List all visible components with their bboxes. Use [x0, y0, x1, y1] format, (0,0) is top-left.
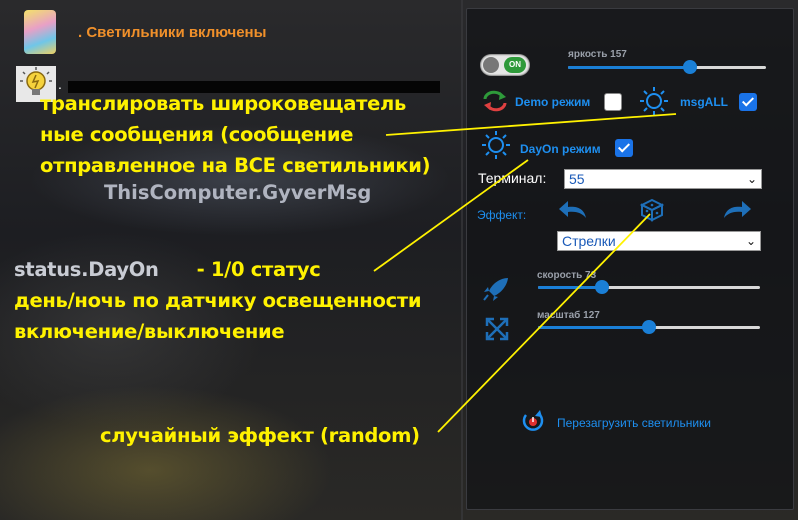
- annotation-broadcast: транслировать широковещатель ные сообщен…: [40, 88, 431, 181]
- scale-fill: [538, 326, 649, 329]
- annotation-broadcast-line: отправленное на ВСЕ светильники): [40, 154, 431, 177]
- dayon-mode-checkbox[interactable]: [615, 139, 633, 157]
- demo-mode-label: Demo режим: [515, 95, 591, 109]
- rocket-icon: [483, 278, 508, 301]
- terminal-select[interactable]: 55 ⌄: [564, 169, 762, 189]
- speed-slider[interactable]: [538, 280, 760, 294]
- toggle-knob: [483, 57, 499, 73]
- sun-icon: [482, 131, 510, 159]
- annotation-gyver-msg: ThisComputer.GyverMsg: [104, 181, 372, 204]
- terminal-select-value: 55: [569, 171, 585, 187]
- reload-button[interactable]: Перезагрузить светильники: [557, 416, 711, 430]
- brightness-label: яркость 157: [568, 49, 627, 60]
- demo-mode-checkbox[interactable]: [604, 93, 622, 111]
- speed-fill: [538, 286, 602, 289]
- annotation-dayon-key: status.DayOn: [14, 258, 159, 281]
- effect-select[interactable]: Стрелки ⌄: [557, 231, 761, 251]
- brightness-fill: [568, 66, 690, 69]
- brightness-thumb[interactable]: [682, 60, 697, 74]
- speed-label: скорость 73: [537, 270, 597, 281]
- annotation-dayon-line: день/ночь по датчику освещенности: [14, 289, 422, 312]
- status-row: . Светильники включены: [24, 10, 266, 54]
- dayon-mode-label: DayOn режим: [520, 142, 601, 156]
- msgall-label: msgALL: [680, 95, 728, 109]
- status-text: . Светильники включены: [78, 23, 267, 41]
- scale-label: масштаб 127: [537, 310, 600, 321]
- annotation-random: случайный эффект (random): [100, 424, 420, 447]
- annotation-broadcast-line: транслировать широковещатель: [40, 92, 407, 115]
- sun-moon-icon: [640, 87, 668, 115]
- annotation-dayon-dash: - 1/0 статус: [196, 258, 321, 281]
- toggle-on-label: ON: [504, 57, 526, 73]
- terminal-label: Терминал:: [478, 170, 547, 186]
- annotation-broadcast-line: ные сообщения (сообщение: [40, 123, 354, 146]
- annotation-dayon-line: включение/выключение: [14, 320, 285, 343]
- panel-divider: [461, 0, 463, 520]
- scale-slider[interactable]: [538, 320, 760, 334]
- chevron-down-icon: ⌄: [746, 172, 757, 186]
- random-effect-icon[interactable]: [640, 198, 664, 222]
- refresh-icon: [483, 90, 507, 112]
- annotation-dayon: status.DayOn - 1/0 статус день/ночь по да…: [14, 254, 422, 347]
- effect-select-value: Стрелки: [562, 233, 616, 249]
- msgall-checkbox[interactable]: [739, 93, 757, 111]
- power-reload-icon[interactable]: [520, 408, 546, 434]
- brightness-slider[interactable]: [568, 60, 766, 74]
- app-thumbnail-icon: [24, 10, 56, 54]
- scale-thumb[interactable]: [641, 320, 656, 334]
- previous-effect-icon[interactable]: [558, 198, 588, 220]
- speed-thumb[interactable]: [594, 280, 609, 294]
- power-toggle[interactable]: ON: [480, 54, 530, 76]
- chevron-down-icon: ⌄: [745, 234, 756, 248]
- effect-label: Эффект:: [477, 208, 527, 222]
- next-effect-icon[interactable]: [722, 198, 752, 220]
- control-panel: [466, 8, 794, 510]
- expand-icon: [485, 317, 509, 341]
